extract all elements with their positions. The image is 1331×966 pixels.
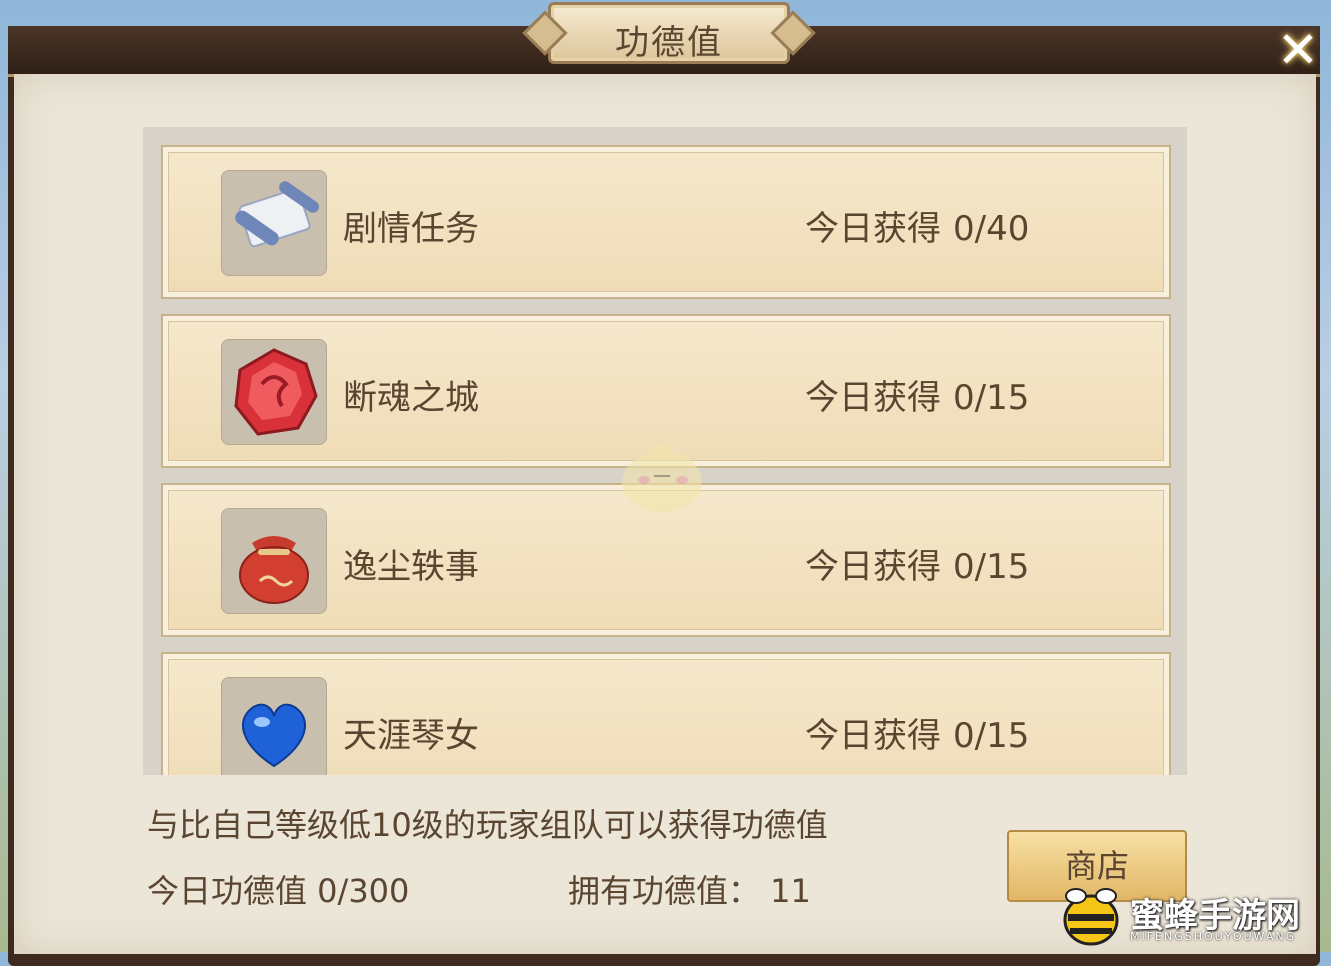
close-button[interactable]: ✕ xyxy=(1272,24,1324,76)
bee-logo-icon xyxy=(1063,888,1119,946)
activity-earned: 今日获得 0/15 xyxy=(805,539,1029,588)
earned-value: 0/15 xyxy=(953,378,1030,418)
earned-label: 今日获得 xyxy=(805,378,941,418)
activity-earned: 今日获得 0/15 xyxy=(805,708,1029,757)
team-hint-text: 与比自己等级低10级的玩家组队可以获得功德值 xyxy=(147,806,828,844)
activity-name: 天涯琴女 xyxy=(343,716,479,756)
daily-merit-text: 今日功德值 0/300 xyxy=(147,872,410,910)
activity-earned: 今日获得 0/40 xyxy=(805,201,1029,250)
title-plate: 功德值 xyxy=(548,2,790,64)
activity-name: 断魂之城 xyxy=(343,378,479,418)
red-pouch-icon xyxy=(221,508,327,614)
window-title: 功德值 xyxy=(615,23,723,63)
watermark-sub: MIFENGSHOUYOUWANG xyxy=(1130,930,1297,943)
red-gem-icon xyxy=(221,339,327,445)
activity-name: 逸尘轶事 xyxy=(343,547,479,587)
earned-value: 0/40 xyxy=(953,209,1030,249)
activity-row-story: 剧情任务 今日获得 0/40 xyxy=(161,145,1171,299)
mascot-watermark-icon xyxy=(622,444,702,512)
scroll-icon xyxy=(221,170,327,276)
earned-label: 今日获得 xyxy=(805,547,941,587)
activity-earned: 今日获得 0/15 xyxy=(805,370,1029,419)
site-watermark: 蜜蜂手游网 MIFENGSHOUYOUWANG xyxy=(1050,880,1331,952)
activity-row-qin-maiden: 天涯琴女 今日获得 0/15 xyxy=(161,652,1171,775)
blue-heart-icon xyxy=(221,677,327,775)
earned-value: 0/15 xyxy=(953,547,1030,587)
activity-name: 剧情任务 xyxy=(343,209,479,249)
earned-label: 今日获得 xyxy=(805,716,941,756)
earned-label: 今日获得 xyxy=(805,209,941,249)
owned-merit-text: 拥有功德值： 11 xyxy=(568,872,811,910)
earned-value: 0/15 xyxy=(953,716,1030,756)
